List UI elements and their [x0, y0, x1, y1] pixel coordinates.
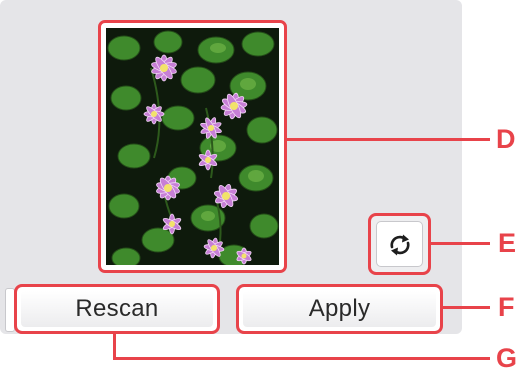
rotate-button-face[interactable] — [376, 221, 423, 267]
callout-line-d — [287, 138, 490, 141]
callout-line-e — [431, 242, 490, 245]
scanned-photo-preview — [106, 28, 279, 265]
callout-label-e: E — [498, 228, 517, 258]
apply-button-label[interactable]: Apply — [243, 291, 436, 327]
rescan-button-label[interactable]: Rescan — [21, 291, 213, 327]
rescan-button[interactable]: Rescan — [14, 284, 220, 334]
callout-line-f — [443, 306, 490, 309]
scan-preview-area — [98, 20, 287, 273]
scan-preview-screen: Rescan Apply — [0, 0, 462, 334]
rotate-button[interactable] — [368, 213, 431, 275]
apply-button[interactable]: Apply — [236, 284, 443, 334]
callout-label-d: D — [496, 124, 516, 154]
rotate-icon — [390, 234, 410, 256]
callout-label-g: G — [496, 343, 518, 373]
callout-line-g — [113, 357, 490, 360]
callout-label-f: F — [498, 292, 515, 322]
